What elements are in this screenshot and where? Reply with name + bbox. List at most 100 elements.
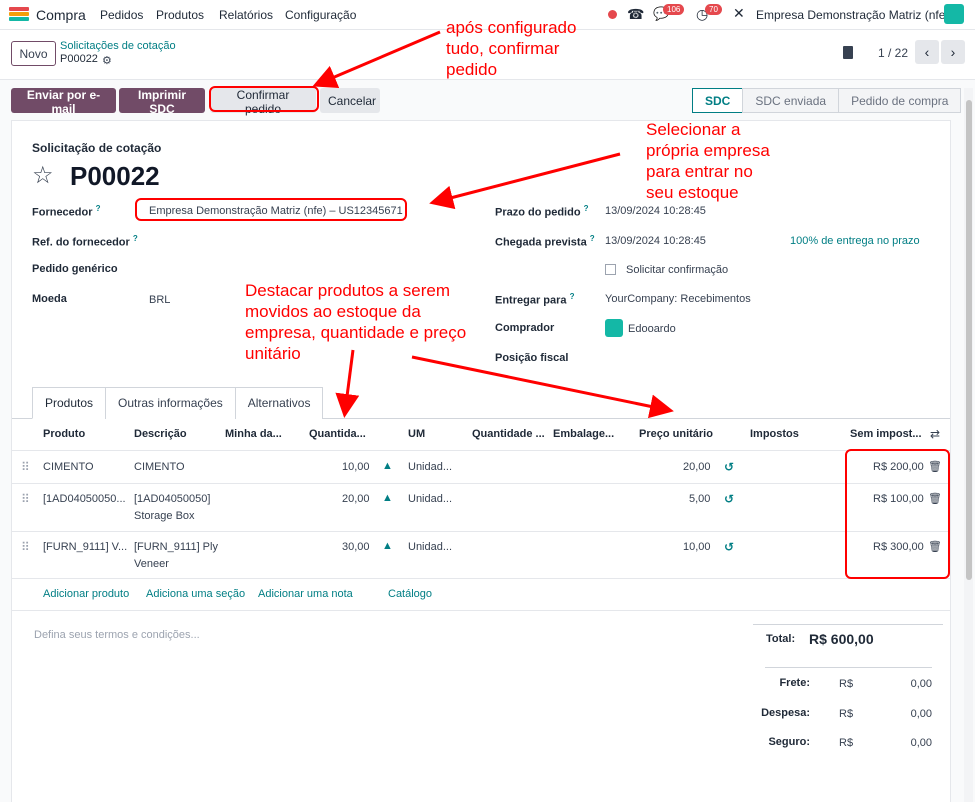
order-deadline-field[interactable]: 13/09/2024 10:28:45	[605, 205, 706, 217]
deliver-to-label: Entregar para ?	[495, 292, 575, 307]
star-icon[interactable]: ☆	[32, 161, 54, 190]
forecast-chart-icon[interactable]: ▲	[382, 540, 393, 552]
status-step-rfq-sent[interactable]: SDC enviada	[742, 88, 840, 113]
record-dot-icon[interactable]	[608, 10, 617, 19]
row2-product[interactable]: [1AD04050050...	[43, 493, 126, 505]
col-quantity[interactable]: Quantida...	[309, 428, 366, 440]
add-product-link[interactable]: Adicionar produto	[43, 588, 129, 600]
col-description[interactable]: Descrição	[134, 428, 187, 440]
drag-handle-icon[interactable]: ⠿	[21, 540, 30, 554]
currency-field[interactable]: BRL	[149, 294, 170, 306]
insurance-value[interactable]: 0,00	[882, 737, 932, 749]
totals-divider	[765, 667, 932, 668]
add-note-link[interactable]: Adicionar uma nota	[258, 588, 353, 600]
freight-value[interactable]: 0,00	[882, 678, 932, 690]
row3-quantity[interactable]: 30,00	[342, 541, 370, 553]
pager-next-button[interactable]: ›	[941, 40, 965, 64]
expected-arrival-field[interactable]: 13/09/2024 10:28:45	[605, 235, 706, 247]
row1-uom[interactable]: Unidad...	[408, 461, 452, 473]
highlight-confirm-button	[209, 86, 319, 112]
menu-pedidos[interactable]: Pedidos	[100, 8, 143, 22]
row3-description[interactable]: [FURN_9111] Ply	[134, 541, 218, 553]
phone-icon[interactable]: ☎	[627, 6, 644, 23]
column-settings-icon[interactable]: ⇄	[930, 427, 940, 441]
scrollbar-thumb[interactable]	[966, 100, 972, 580]
send-email-button[interactable]: Enviar por e-mail	[11, 88, 116, 116]
col-uom[interactable]: UM	[408, 428, 425, 440]
order-deadline-label: Prazo do pedido ?	[495, 204, 589, 219]
bookmark-icon[interactable]	[843, 46, 853, 59]
cancel-button[interactable]: Cancelar	[320, 88, 380, 113]
status-bar: SDC SDC enviada Pedido de compra	[692, 88, 962, 113]
status-step-rfq[interactable]: SDC	[692, 88, 744, 113]
status-step-purchase-order[interactable]: Pedido de compra	[838, 88, 962, 113]
insurance-currency: R$	[839, 737, 854, 749]
row1-quantity[interactable]: 10,00	[342, 461, 370, 473]
tools-icon[interactable]: ✕	[733, 5, 745, 22]
deliver-to-field[interactable]: YourCompany: Recebimentos	[605, 293, 751, 305]
annotation-confirm-order: após configurado tudo, confirmar pedido	[446, 18, 577, 79]
col-qty-packaging[interactable]: Quantidade ...	[472, 428, 545, 440]
total-value: R$ 600,00	[809, 631, 874, 647]
catalog-link[interactable]: Catálogo	[388, 588, 432, 600]
menu-configuracao[interactable]: Configuração	[285, 8, 356, 22]
row2-description[interactable]: [1AD04050050]	[134, 493, 210, 505]
col-unit-price[interactable]: Preço unitário	[639, 428, 713, 440]
ask-confirmation-checkbox[interactable]	[605, 264, 616, 275]
price-history-icon[interactable]: ↺	[724, 460, 734, 474]
forecast-chart-icon[interactable]: ▲	[382, 460, 393, 472]
row2-uom[interactable]: Unidad...	[408, 493, 452, 505]
form-sheet: Solicitação de cotação ☆ P00022 Forneced…	[11, 120, 951, 802]
forecast-chart-icon[interactable]: ▲	[382, 492, 393, 504]
terms-input[interactable]: Defina seus termos e condições...	[34, 629, 200, 641]
add-section-link[interactable]: Adiciona uma seção	[146, 588, 245, 600]
gear-icon[interactable]: ⚙	[102, 54, 112, 67]
menu-relatorios[interactable]: Relatórios	[219, 8, 273, 22]
app-name[interactable]: Compra	[36, 7, 86, 23]
row1-product[interactable]: CIMENTO	[43, 461, 94, 473]
row2-quantity[interactable]: 20,00	[342, 493, 370, 505]
row2-unit-price[interactable]: 5,00	[689, 493, 710, 505]
col-subtotal[interactable]: Sem impost...	[850, 428, 922, 440]
order-number: P00022	[70, 161, 160, 191]
row-separator	[12, 578, 950, 579]
row3-description-line2[interactable]: Veneer	[134, 558, 169, 570]
pager-previous-button[interactable]: ‹	[915, 40, 939, 64]
user-avatar[interactable]	[944, 4, 964, 24]
row-separator	[12, 610, 950, 611]
price-history-icon[interactable]: ↺	[724, 540, 734, 554]
row-separator	[12, 450, 950, 451]
col-product[interactable]: Produto	[43, 428, 85, 440]
buyer-field[interactable]: Edooardo	[628, 323, 676, 335]
total-label: Total:	[766, 633, 796, 645]
row3-uom[interactable]: Unidad...	[408, 541, 452, 553]
tab-other-info[interactable]: Outras informações	[105, 387, 236, 419]
expense-label: Despesa:	[761, 707, 810, 719]
fiscal-position-label: Posição fiscal	[495, 352, 569, 364]
row2-description-line2[interactable]: Storage Box	[134, 510, 195, 522]
totals-divider	[753, 624, 943, 625]
row3-product[interactable]: [FURN_9111] V...	[43, 541, 127, 553]
drag-handle-icon[interactable]: ⠿	[21, 492, 30, 506]
drag-handle-icon[interactable]: ⠿	[21, 460, 30, 474]
expense-value[interactable]: 0,00	[882, 708, 932, 720]
menu-produtos[interactable]: Produtos	[156, 8, 204, 22]
price-history-icon[interactable]: ↺	[724, 492, 734, 506]
row3-unit-price[interactable]: 10,00	[683, 541, 711, 553]
company-switcher[interactable]: Empresa Demonstração Matriz (nfe)	[756, 8, 949, 22]
tab-products[interactable]: Produtos	[32, 387, 107, 419]
currency-label: Moeda	[32, 293, 67, 305]
col-my-date[interactable]: Minha da...	[225, 428, 282, 440]
app-icon[interactable]	[9, 7, 29, 21]
new-button[interactable]: Novo	[11, 41, 56, 66]
print-rfq-button[interactable]: Imprimir SDC	[119, 88, 205, 116]
insurance-label: Seguro:	[768, 736, 810, 748]
pager-value[interactable]: 1 / 22	[878, 46, 908, 60]
col-packaging[interactable]: Embalage...	[553, 428, 614, 440]
blanket-order-label: Pedido genérico	[32, 263, 118, 275]
tab-alternatives[interactable]: Alternativos	[234, 387, 324, 419]
row1-unit-price[interactable]: 20,00	[683, 461, 711, 473]
col-taxes[interactable]: Impostos	[750, 428, 799, 440]
row1-description[interactable]: CIMENTO	[134, 461, 185, 473]
breadcrumb-parent[interactable]: Solicitações de cotação	[60, 40, 176, 52]
